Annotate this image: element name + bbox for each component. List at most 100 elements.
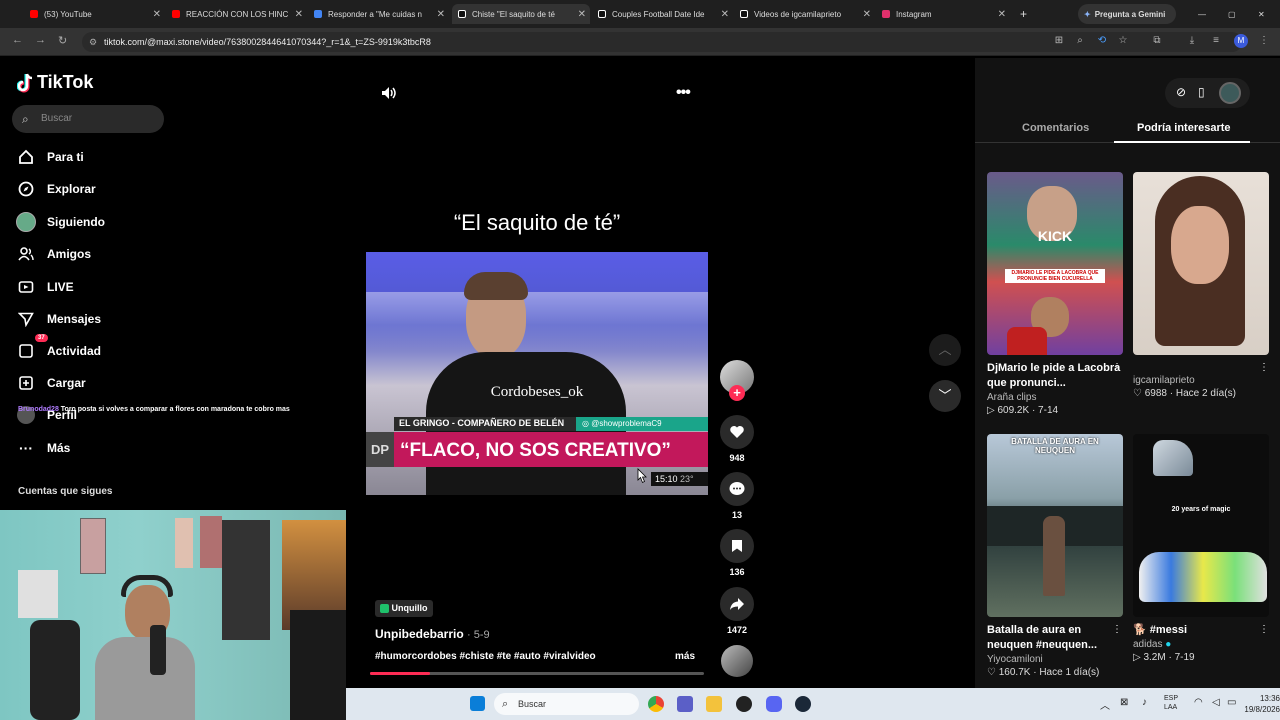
url-field[interactable]: ⚙ tiktok.com/@maxi.stone/video/763800284… <box>82 32 1242 52</box>
browser-tab-active[interactable]: Chiste "El saquito de té ✕ <box>452 4 590 24</box>
sidebar-item-cargar[interactable]: Cargar <box>15 371 86 395</box>
chrome-icon[interactable] <box>648 696 664 712</box>
sidebar-item-amigos[interactable]: Amigos <box>15 242 91 266</box>
volume-icon[interactable] <box>380 84 398 107</box>
card-author[interactable]: adidas ● <box>1133 639 1269 650</box>
reload-icon[interactable]: ↻ <box>58 34 67 47</box>
tab-comentarios[interactable]: Comentarios <box>1022 122 1089 134</box>
new-tab-button[interactable]: + <box>1020 4 1034 24</box>
discord-icon[interactable] <box>766 696 782 712</box>
author-avatar[interactable]: + <box>720 360 754 401</box>
clock[interactable]: 13:36 19/8/2026 <box>1234 693 1280 715</box>
follow-plus-icon[interactable]: + <box>729 385 745 401</box>
browser-tab[interactable]: (53) YouTube ✕ <box>30 4 165 24</box>
card-author[interactable]: Yiyocamiloni <box>987 654 1123 665</box>
mic-icon[interactable]: ♪ <box>1142 697 1147 708</box>
recommended-video-card[interactable]: BATALLA DE AURA EN NEUQUEN Batalla de au… <box>987 434 1123 678</box>
card-options-icon[interactable]: ⋮ <box>1112 624 1122 635</box>
card-options-icon[interactable]: ⋮ <box>1259 362 1269 373</box>
close-icon[interactable]: ✕ <box>295 9 303 20</box>
browser-tab[interactable]: Videos de igcamilaprieto ✕ <box>740 4 875 24</box>
sidebar-item-mas[interactable]: ··· Más <box>15 436 70 460</box>
profile-avatar[interactable]: M <box>1234 34 1248 48</box>
search-input[interactable]: ⌕ Buscar <box>12 105 164 133</box>
card-author[interactable]: igcamilaprieto <box>1133 375 1269 386</box>
close-icon[interactable]: ✕ <box>863 9 871 20</box>
forward-icon[interactable]: → <box>35 34 46 46</box>
activity-icon: 37 <box>15 334 48 362</box>
card-options-icon[interactable]: ⋮ <box>1259 624 1269 635</box>
comment-button[interactable]: 13 <box>720 472 754 520</box>
compass-icon[interactable]: ⊘ <box>1176 85 1186 99</box>
location-tag[interactable]: Unquillo <box>375 600 433 617</box>
more-options-icon[interactable]: ••• <box>676 84 691 102</box>
prev-video-button[interactable]: ︿ <box>929 334 961 366</box>
media-icon[interactable]: ≡ <box>1210 35 1222 47</box>
browser-tab[interactable]: Instagram ✕ <box>882 4 1010 24</box>
video-thumbnail[interactable] <box>1133 172 1269 355</box>
card-options-icon[interactable]: ⋮ <box>1112 362 1122 373</box>
video-thumbnail[interactable]: BATALLA DE AURA EN NEUQUEN <box>987 434 1123 617</box>
close-icon[interactable]: ✕ <box>578 9 586 20</box>
video-player[interactable]: Cordobeses_ok EL GRINGO - COMPAÑERO DE B… <box>366 252 708 495</box>
video-thumbnail[interactable]: KICK DJMARIO LE PIDE A LACOBRA QUE PRONU… <box>987 172 1123 355</box>
network-icon[interactable]: ⊠ <box>1120 697 1128 708</box>
zoom-icon[interactable]: ⌕ <box>1074 35 1086 47</box>
next-video-button[interactable]: ﹀ <box>929 380 961 412</box>
download-icon[interactable]: ⤓ <box>1186 35 1198 47</box>
avatar-icon <box>15 211 37 233</box>
obs-icon[interactable] <box>736 696 752 712</box>
phone-icon[interactable]: ▯ <box>1198 85 1205 99</box>
lower-third-handle: ◎ @showproblemaC9 <box>576 417 708 431</box>
translate-icon[interactable]: ⊞ <box>1053 35 1065 47</box>
recommended-video-card[interactable]: igcamilaprieto ♡ 6988 · Hace 2 día(s) <box>1133 172 1269 399</box>
recommended-video-card[interactable]: 20 years of magic 🐕 #messi adidas ● ▷ 3.… <box>1133 434 1269 663</box>
wifi-icon[interactable]: ◠ <box>1194 697 1203 708</box>
recommended-video-card[interactable]: KICK DJMARIO LE PIDE A LACOBRA QUE PRONU… <box>987 172 1123 416</box>
close-window-icon[interactable]: ✕ <box>1258 4 1268 24</box>
sidebar-item-actividad[interactable]: 37 Actividad <box>15 334 101 363</box>
sidebar-item-explorar[interactable]: Explorar <box>15 177 96 201</box>
card-author[interactable]: Araña clips <box>987 392 1123 403</box>
user-avatar[interactable] <box>1219 82 1241 104</box>
close-icon[interactable]: ✕ <box>437 9 445 20</box>
progress-track[interactable] <box>370 672 704 675</box>
tray-chevron-icon[interactable]: ︿ <box>1100 697 1110 712</box>
browser-tab[interactable]: REACCIÓN CON LOS HINC ✕ <box>172 4 307 24</box>
video-thumbnail[interactable]: 20 years of magic <box>1133 434 1269 617</box>
menu-icon[interactable]: ⋮ <box>1258 35 1270 47</box>
hashtags[interactable]: #humorcordobes #chiste #te #auto #viralv… <box>375 651 596 662</box>
sidebar-item-para-ti[interactable]: Para ti <box>15 145 84 169</box>
speaker-icon[interactable]: ◁ <box>1212 697 1220 708</box>
language-indicator[interactable]: ESP LAA <box>1164 694 1178 712</box>
share-button[interactable]: 1472 <box>720 587 754 635</box>
folder-icon[interactable] <box>706 696 722 712</box>
tab-podria-interesarte[interactable]: Podría interesarte <box>1137 122 1231 134</box>
sidebar-item-siguiendo[interactable]: Siguiendo <box>15 210 105 234</box>
sidebar-item-live[interactable]: LIVE <box>15 275 74 299</box>
extension-icon[interactable]: ⟲ <box>1096 35 1108 47</box>
gemini-button[interactable]: ✦ Pregunta a Gemini <box>1078 4 1176 24</box>
close-icon[interactable]: ✕ <box>721 9 729 20</box>
maximize-icon[interactable]: ▢ <box>1228 4 1238 24</box>
minimize-icon[interactable]: — <box>1198 4 1208 24</box>
close-icon[interactable]: ✕ <box>998 9 1006 20</box>
windows-start-icon[interactable] <box>470 696 485 711</box>
steam-icon[interactable] <box>795 696 811 712</box>
author-name[interactable]: Unpibedebarrio <box>375 627 464 641</box>
tiktok-logo[interactable]: TikTok <box>17 72 93 93</box>
more-link[interactable]: más <box>675 651 695 662</box>
save-button[interactable]: 136 <box>720 529 754 577</box>
taskbar-search[interactable]: ⌕ Buscar <box>494 693 639 715</box>
close-icon[interactable]: ✕ <box>153 9 161 20</box>
teams-icon[interactable] <box>677 696 693 712</box>
puzzle-icon[interactable]: ⧉ <box>1151 35 1163 47</box>
browser-tab[interactable]: Couples Football Date Ide ✕ <box>598 4 733 24</box>
sidebar-item-mensajes[interactable]: Mensajes <box>15 307 101 331</box>
bookmark-star-icon[interactable]: ☆ <box>1117 35 1129 47</box>
back-icon[interactable]: ← <box>12 34 23 46</box>
like-button[interactable]: 948 <box>720 415 754 463</box>
music-disc[interactable] <box>721 645 753 677</box>
site-info-icon[interactable]: ⚙ <box>89 32 97 52</box>
browser-tab[interactable]: Responder a "Me cuidas n ✕ <box>314 4 449 24</box>
